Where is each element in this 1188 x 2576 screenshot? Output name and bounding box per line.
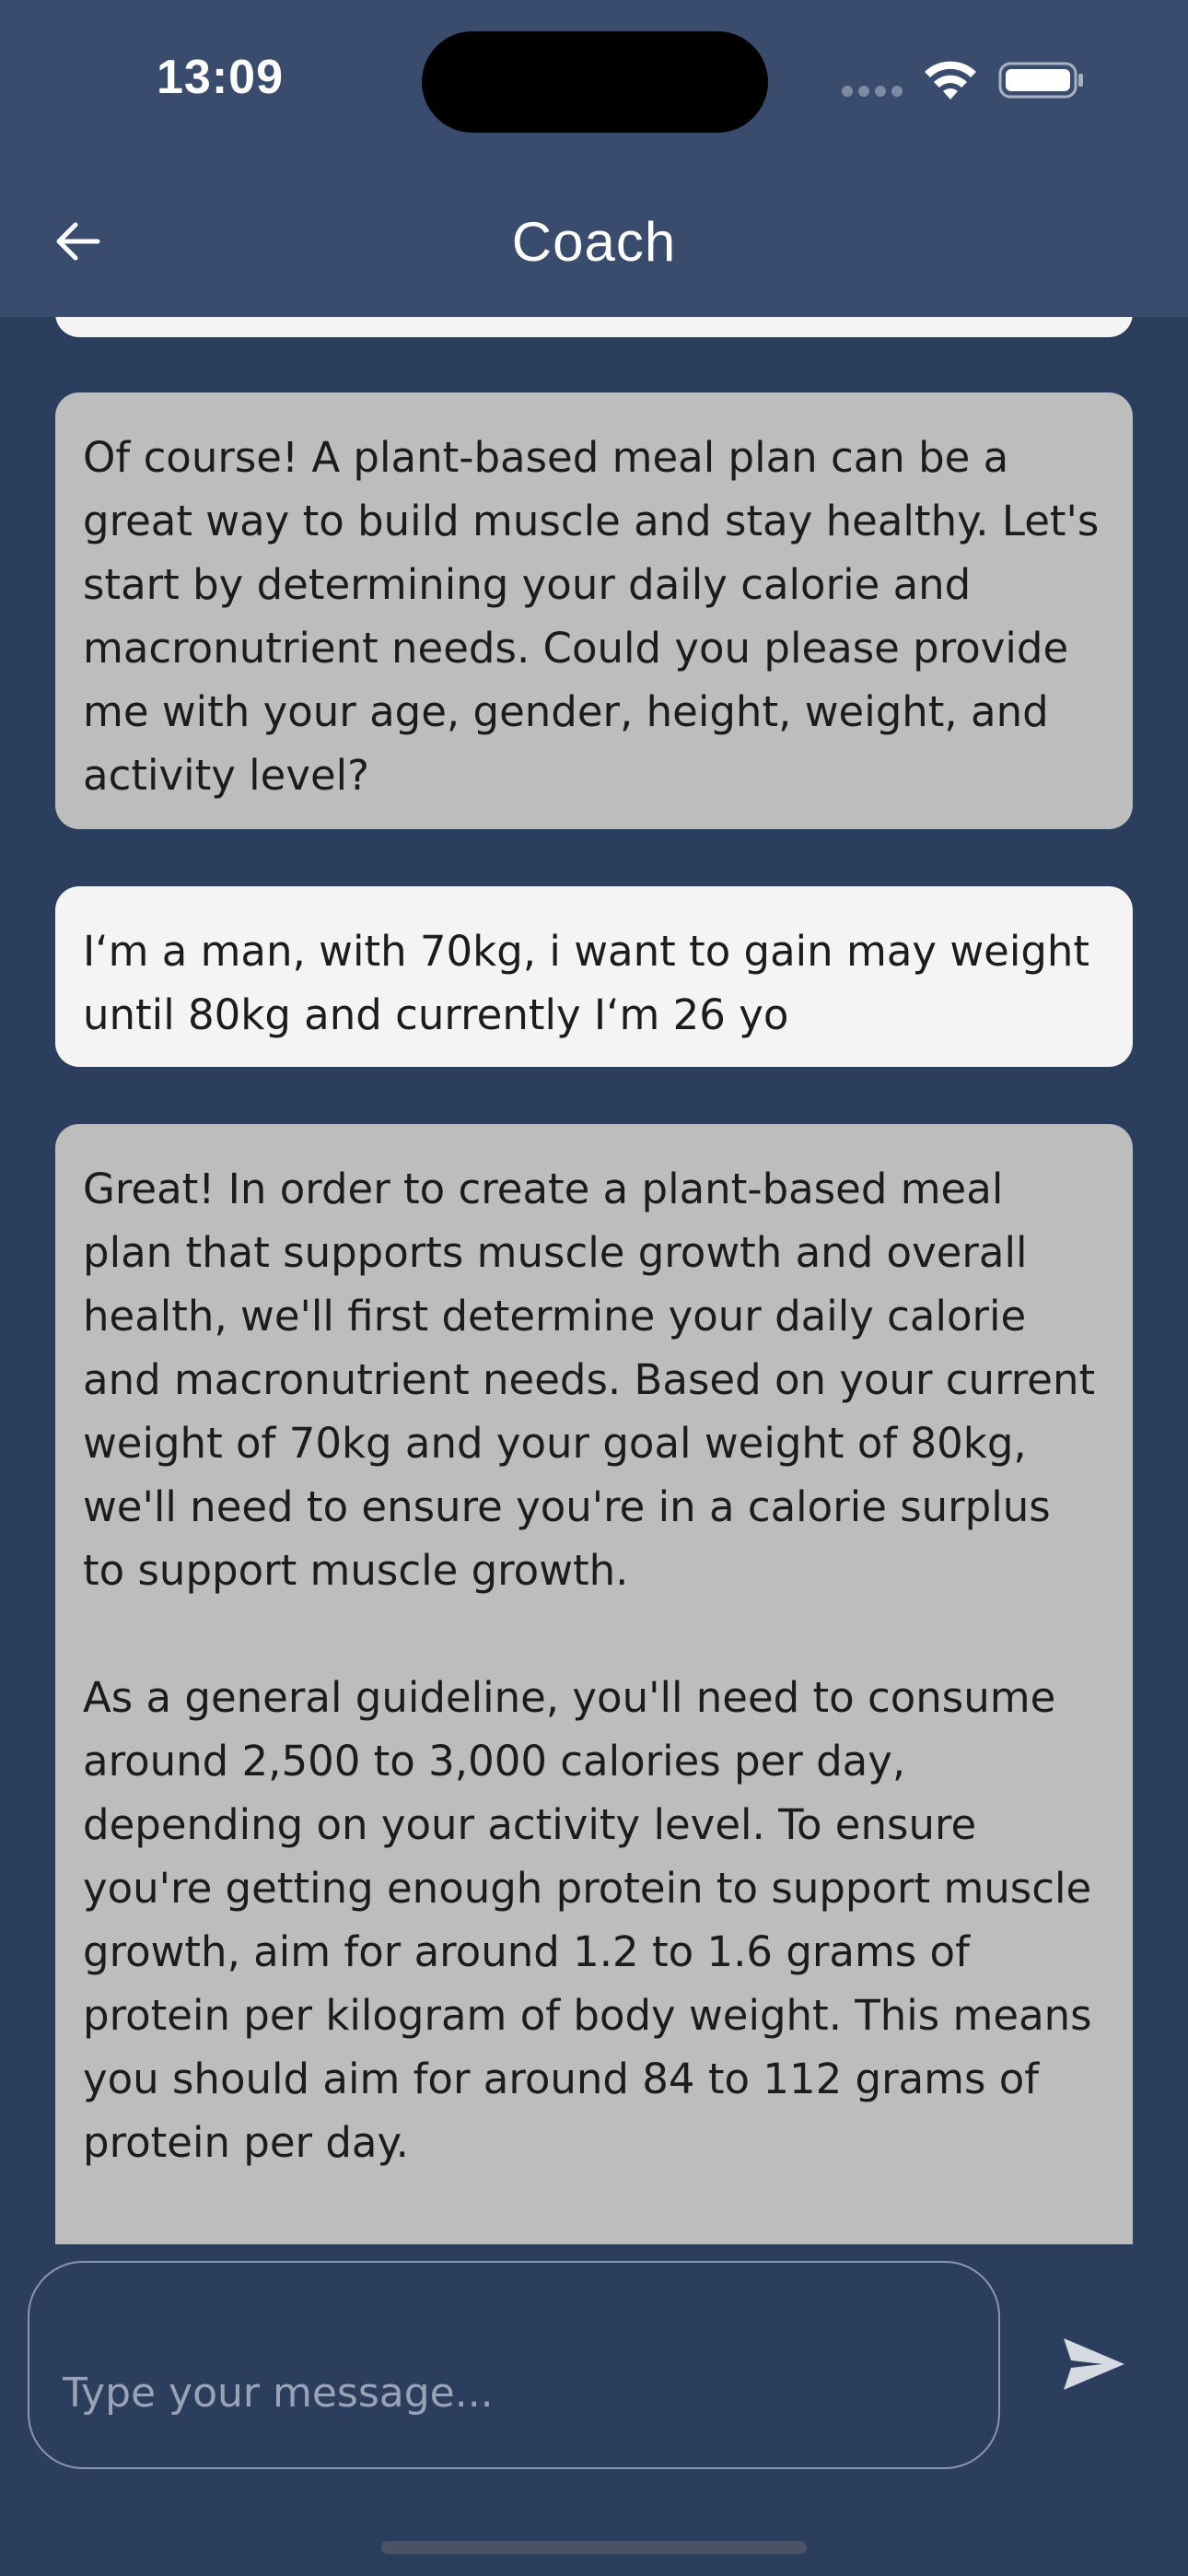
dynamic-island bbox=[422, 31, 768, 133]
message-bubble-user: I‘m a man, with 70kg, i want to gain may… bbox=[55, 886, 1133, 1067]
status-time: 13:09 bbox=[157, 51, 284, 104]
send-icon bbox=[1064, 2338, 1124, 2390]
cellular-dots-icon bbox=[842, 85, 906, 98]
app-header: 13:09 Coach bbox=[0, 0, 1188, 317]
composer-bar bbox=[0, 2244, 1188, 2576]
send-button[interactable] bbox=[1057, 2327, 1131, 2401]
home-indicator bbox=[381, 2541, 807, 2554]
battery-icon bbox=[998, 62, 1083, 99]
message-input[interactable] bbox=[28, 2261, 1000, 2469]
message-bubble-coach: Of course! A plant-based meal plan can b… bbox=[55, 392, 1133, 829]
message-bubble-coach: Great! In order to create a plant-based … bbox=[55, 1124, 1133, 2244]
page-title: Coach bbox=[511, 211, 677, 273]
message-bubble-user bbox=[55, 317, 1133, 337]
chat-messages[interactable]: Of course! A plant-based meal plan can b… bbox=[0, 317, 1188, 2244]
wifi-icon bbox=[925, 61, 976, 100]
